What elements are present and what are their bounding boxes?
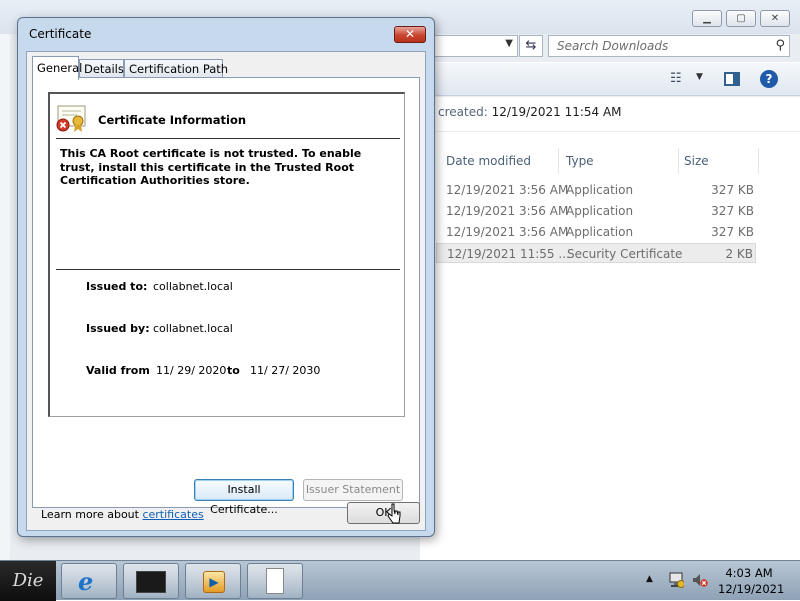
search-placeholder: Search Downloads (557, 39, 669, 53)
media-player-icon: ▶ (203, 571, 225, 593)
ok-button[interactable]: OK (347, 502, 420, 524)
column-header-date-modified[interactable]: Date modified (446, 154, 531, 168)
install-certificate-button[interactable]: Install Certificate... (194, 479, 294, 516)
learn-more-label: Learn more about (41, 508, 139, 521)
learn-more-text: Learn more about certificates (41, 508, 204, 521)
file-size: 327 KB (711, 225, 754, 239)
file-row[interactable]: 12/19/2021 3:56 AM Application 327 KB (436, 222, 756, 242)
created-label: created: (438, 105, 488, 119)
taskbar: Die e ▶ ▲ 4:03 AM 12/19/2021 (0, 560, 800, 601)
chevron-down-icon[interactable]: ▼ (696, 72, 703, 82)
file-type: Application (566, 183, 634, 197)
navigation-pane (0, 34, 10, 560)
file-row-selected[interactable]: 12/19/2021 11:55 ... Security Certificat… (436, 243, 756, 263)
clock-time: 4:03 AM (725, 566, 773, 580)
file-type: Application (566, 204, 634, 218)
clock-date: 12/19/2021 (718, 582, 785, 596)
file-date: 12/19/2021 3:56 AM (446, 204, 569, 218)
general-tab-panel: Certificate Information This CA Root cer… (32, 77, 420, 521)
explorer-toolbar: ☷ ▼ ? (420, 62, 800, 96)
chevron-down-icon[interactable]: ▼ (505, 38, 513, 49)
search-icon[interactable]: ⚲ (775, 38, 785, 53)
column-divider[interactable] (758, 148, 759, 174)
file-size: 2 KB (725, 247, 753, 261)
mouse-cursor-icon (387, 503, 401, 524)
trust-warning-message: This CA Root certificate is not trusted.… (60, 147, 362, 187)
details-pane: created: 12/19/2021 11:54 AM (420, 97, 800, 131)
certificate-dialog: Certificate ✕ General Details Certificat… (17, 17, 435, 537)
column-divider[interactable] (678, 148, 679, 174)
dialog-close-button[interactable]: ✕ (394, 26, 426, 43)
certificate-info-box: Certificate Information This CA Root cer… (48, 92, 405, 417)
dialog-body: General Details Certification Path Certi… (26, 51, 426, 531)
file-date: 12/19/2021 3:56 AM (446, 225, 569, 239)
maximize-button[interactable]: ▢ (726, 10, 756, 27)
file-type: Application (566, 225, 634, 239)
search-input[interactable]: Search Downloads ⚲ (548, 35, 790, 57)
console-icon (136, 571, 166, 593)
valid-from-value: 11/ 29/ 2020 (156, 364, 227, 377)
tab-certification-path[interactable]: Certification Path (124, 59, 228, 79)
preview-pane-icon[interactable] (724, 72, 740, 86)
taskbar-media-player[interactable]: ▶ (185, 563, 241, 599)
issued-to-value: collabnet.local (153, 280, 233, 293)
file-list: Date modified Type Size 12/19/2021 3:56 … (420, 132, 800, 560)
show-hidden-icons-chevron-icon[interactable]: ▲ (646, 574, 653, 584)
views-icon[interactable]: ☷ (670, 71, 682, 86)
issued-by-label: Issued by: (86, 322, 150, 335)
refresh-button[interactable]: ⇆ (519, 35, 543, 57)
issued-by-value: collabnet.local (153, 322, 233, 335)
file-size: 327 KB (711, 183, 754, 197)
document-icon (266, 568, 284, 594)
dialog-title: Certificate (29, 27, 92, 41)
valid-from-label: Valid from (86, 364, 150, 377)
taskbar-console[interactable] (123, 563, 179, 599)
tab-general[interactable]: General (32, 56, 82, 80)
divider (56, 269, 400, 270)
file-type: Security Certificate (567, 247, 683, 261)
file-size: 327 KB (711, 204, 754, 218)
minimize-button[interactable]: ▁ (692, 10, 722, 27)
valid-to-label: to (227, 364, 240, 377)
divider (56, 138, 400, 139)
system-clock[interactable]: 4:03 AM 12/19/2021 (718, 565, 785, 597)
valid-to-value: 11/ 27/ 2030 (250, 364, 321, 377)
taskbar-internet-explorer[interactable]: e (61, 563, 117, 599)
info-heading: Certificate Information (98, 113, 247, 127)
file-row[interactable]: 12/19/2021 3:56 AM Application 327 KB (436, 180, 756, 200)
start-button[interactable]: Die (0, 561, 56, 601)
file-date: 12/19/2021 3:56 AM (446, 183, 569, 197)
created-value: 12/19/2021 11:54 AM (491, 105, 622, 119)
close-icon: ✕ (404, 27, 416, 41)
column-header-type[interactable]: Type (566, 154, 594, 168)
created-info: created: 12/19/2021 11:54 AM (438, 105, 622, 119)
internet-explorer-icon: e (78, 567, 94, 596)
certificates-link[interactable]: certificates (142, 508, 203, 521)
file-date: 12/19/2021 11:55 ... (447, 247, 570, 261)
issued-to-label: Issued to: (86, 280, 148, 293)
volume-muted-icon[interactable] (692, 571, 708, 589)
help-icon[interactable]: ? (760, 70, 778, 88)
column-divider[interactable] (558, 148, 559, 174)
taskbar-notepad[interactable] (247, 563, 303, 599)
close-button[interactable]: ✕ (760, 10, 790, 27)
column-headers: Date modified Type Size (420, 148, 800, 174)
network-icon[interactable] (668, 571, 684, 589)
file-row[interactable]: 12/19/2021 3:56 AM Application 327 KB (436, 201, 756, 221)
certificate-error-icon (56, 105, 86, 132)
tab-details[interactable]: Details (79, 59, 124, 79)
column-header-size[interactable]: Size (684, 154, 709, 168)
issuer-statement-button[interactable]: Issuer Statement (303, 479, 403, 501)
